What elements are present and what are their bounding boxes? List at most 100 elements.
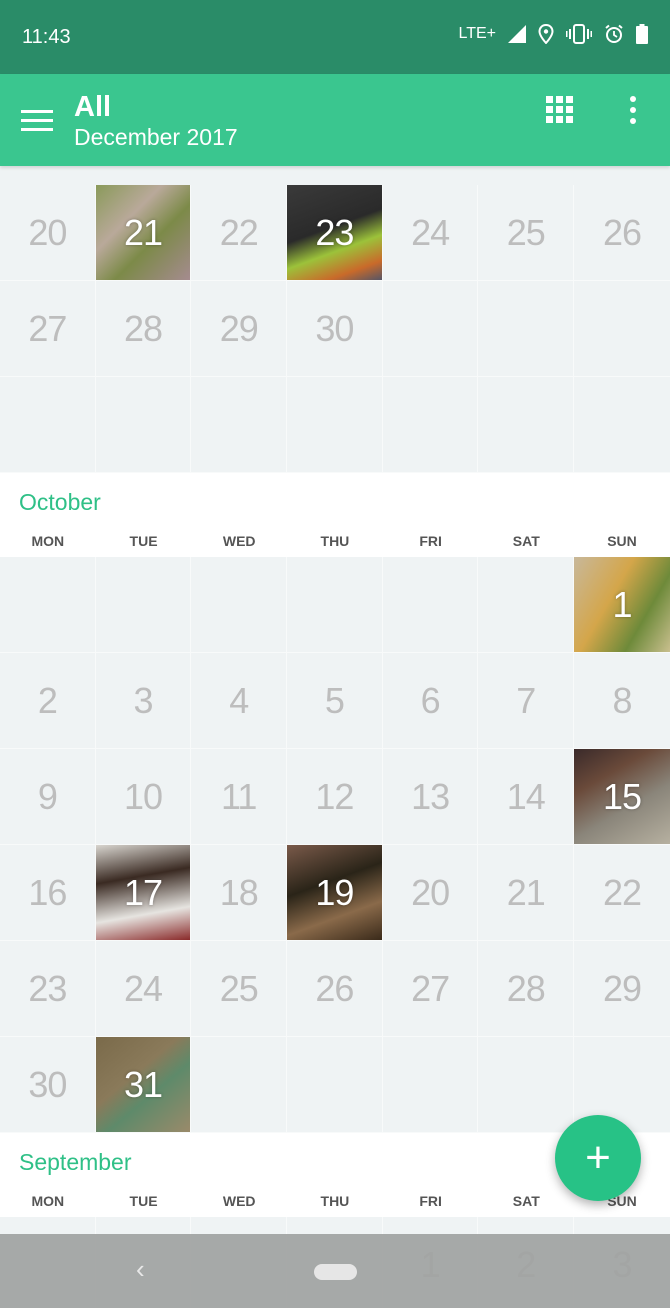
hamburger-menu-icon[interactable]: [21, 110, 53, 132]
day-number: 12: [315, 775, 354, 817]
day-cell[interactable]: 28: [478, 941, 575, 1037]
october-grid: 1 2 3 4 5 6 7 8 9 10 11 12 13 14 15 16 17 18 19 20 21 22 23 24 2…: [0, 557, 670, 1133]
day-number: 3: [133, 679, 154, 721]
day-cell[interactable]: 27: [382, 941, 479, 1037]
day-cell[interactable]: 4: [191, 653, 288, 749]
day-cell[interactable]: 20: [0, 185, 96, 281]
day-cell[interactable]: 3: [95, 653, 192, 749]
day-cell[interactable]: 25: [478, 185, 575, 281]
day-cell[interactable]: 11: [191, 749, 288, 845]
day-cell[interactable]: 30: [0, 1037, 96, 1133]
day-cell[interactable]: 21: [95, 185, 192, 281]
day-number: 1: [612, 583, 632, 625]
day-cell[interactable]: 16: [0, 845, 96, 941]
day-number: 4: [229, 679, 249, 721]
day-cell[interactable]: 18: [191, 845, 288, 941]
day-cell[interactable]: 6: [382, 653, 479, 749]
calendar-scroll[interactable]: 20 21 22 23 24 25 26 27 28 29 30 October MON TUE WED…: [0, 0, 670, 1308]
grid-view-icon[interactable]: [546, 96, 573, 123]
empty-cell: [382, 557, 479, 653]
status-bar: 11:43 LTE+: [0, 0, 670, 74]
day-number: 25: [219, 967, 259, 1009]
add-button[interactable]: +: [555, 1115, 641, 1201]
empty-cell: [478, 1037, 575, 1133]
more-vert-icon[interactable]: [626, 96, 640, 124]
empty-cell: [287, 1037, 383, 1133]
network-type: LTE+: [458, 25, 497, 42]
day-number: 20: [28, 211, 67, 253]
empty-cell: [0, 557, 96, 653]
add-icon: +: [585, 1133, 611, 1182]
day-cell[interactable]: 27: [0, 281, 96, 377]
day-number: 29: [219, 307, 259, 349]
day-number: 22: [219, 211, 259, 253]
november-grid: 20 21 22 23 24 25 26 27 28 29 30: [0, 185, 670, 473]
day-cell[interactable]: 20: [382, 845, 479, 941]
day-number: 27: [411, 967, 450, 1009]
day-cell[interactable]: 9: [0, 749, 96, 845]
day-number: 27: [28, 307, 67, 349]
week-row: 27 28 29 30: [0, 281, 670, 377]
empty-cell: [382, 377, 479, 473]
day-cell[interactable]: 25: [191, 941, 288, 1037]
weekday-label: MON: [31, 533, 65, 549]
home-pill-icon[interactable]: [314, 1264, 357, 1280]
signal-icon: [508, 25, 526, 43]
day-number: 21: [506, 871, 546, 913]
day-cell[interactable]: 23: [0, 941, 96, 1037]
day-cell[interactable]: 14: [478, 749, 575, 845]
day-cell[interactable]: 29: [191, 281, 288, 377]
month-title: September: [19, 1149, 132, 1175]
day-cell[interactable]: 17: [95, 845, 192, 941]
day-number: 2: [37, 679, 58, 721]
vibrate-icon: [566, 24, 592, 44]
day-cell[interactable]: 1: [574, 557, 670, 653]
empty-cell: [382, 281, 479, 377]
day-cell[interactable]: 26: [287, 941, 383, 1037]
day-cell[interactable]: 28: [95, 281, 192, 377]
weekday-label: SAT: [512, 533, 540, 549]
week-row: 20 21 22 23 24 25 26: [0, 185, 670, 281]
location-icon: [538, 24, 554, 44]
day-cell[interactable]: 15: [574, 749, 670, 845]
weekday-label: FRI: [419, 1193, 442, 1209]
day-cell[interactable]: 22: [191, 185, 288, 281]
day-number: 17: [124, 871, 163, 913]
empty-cell: [574, 377, 670, 473]
day-cell[interactable]: 5: [287, 653, 383, 749]
weekday-label: WED: [222, 533, 256, 549]
day-cell[interactable]: 7: [478, 653, 575, 749]
day-cell[interactable]: 24: [382, 185, 479, 281]
empty-cell: [95, 377, 192, 473]
day-cell[interactable]: 22: [574, 845, 670, 941]
day-cell[interactable]: 31: [95, 1037, 192, 1133]
day-cell[interactable]: 10: [95, 749, 192, 845]
day-cell[interactable]: 30: [287, 281, 383, 377]
app-bar: All December 2017: [0, 74, 670, 166]
day-number: 30: [315, 307, 354, 349]
day-number: 15: [602, 775, 642, 817]
day-number: 21: [124, 211, 163, 253]
day-cell[interactable]: 21: [478, 845, 575, 941]
clock: 11:43: [22, 26, 71, 48]
weekday-label: TUE: [129, 533, 158, 549]
day-cell[interactable]: 13: [382, 749, 479, 845]
day-cell[interactable]: 2: [0, 653, 96, 749]
day-number: 26: [602, 211, 642, 253]
day-cell[interactable]: 26: [574, 185, 670, 281]
week-row: 30 31: [0, 1037, 670, 1133]
day-number: 5: [324, 679, 345, 721]
day-cell[interactable]: 24: [95, 941, 192, 1037]
day-cell[interactable]: 8: [574, 653, 670, 749]
day-cell[interactable]: 19: [287, 845, 383, 941]
day-number: 6: [420, 679, 441, 721]
battery-icon: [636, 24, 648, 44]
day-number: 7: [516, 679, 536, 721]
day-cell[interactable]: 29: [574, 941, 670, 1037]
back-icon[interactable]: ‹: [136, 1254, 145, 1285]
day-cell[interactable]: 12: [287, 749, 383, 845]
october-header: October MON TUE WED THU FRI SAT SUN: [0, 473, 670, 557]
day-cell[interactable]: 23: [287, 185, 383, 281]
day-number: 8: [612, 679, 632, 721]
weekday-label: SUN: [607, 533, 637, 549]
